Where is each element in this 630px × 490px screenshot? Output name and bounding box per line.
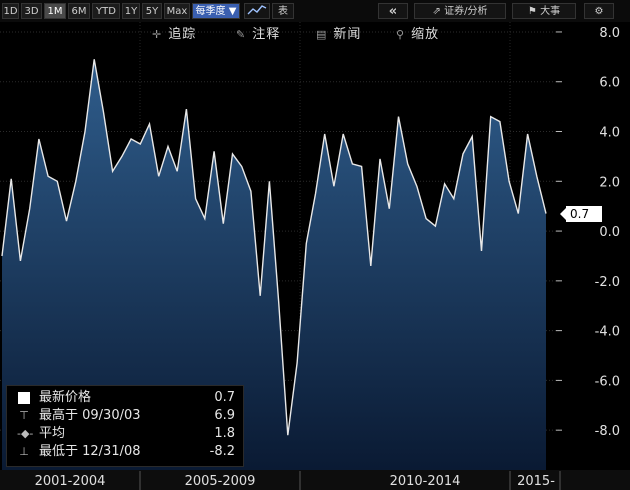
gear-icon[interactable]: ⚙ xyxy=(584,3,614,19)
legend-row-last: 最新价格 0.7 xyxy=(7,390,243,406)
frequency-dropdown[interactable]: 每季度 ▼ xyxy=(192,3,240,19)
top-toolbar: 1D 3D 1M 6M YTD 1Y 5Y Max 每季度 ▼ 表 « ⇗ 证券… xyxy=(0,0,630,22)
y-tick-label: -6.0 xyxy=(595,374,620,389)
double-chevron-left-icon[interactable]: « xyxy=(378,3,408,19)
flag-icon: ⚑ xyxy=(527,6,537,17)
y-tick-label: 0.0 xyxy=(599,225,620,240)
securities-analysis-button[interactable]: ⇗ 证券/分析 xyxy=(414,3,506,19)
y-tick-label: 4.0 xyxy=(599,126,620,141)
period-button-1d[interactable]: 1D xyxy=(2,3,19,19)
trend-icon: ⇗ xyxy=(432,6,441,17)
annotate-button[interactable]: ✎ 注释 xyxy=(236,23,280,42)
y-tick-label: -4.0 xyxy=(595,325,620,340)
period-button-3d[interactable]: 3D xyxy=(21,3,42,19)
high-marker-icon: ⊤ xyxy=(19,409,29,422)
period-button-1y[interactable]: 1Y xyxy=(122,3,140,19)
x-tick-label: 2005-2009 xyxy=(185,474,256,489)
y-tick-label: 8.0 xyxy=(599,26,620,41)
zoom-button[interactable]: ⚲ 缩放 xyxy=(396,23,439,42)
y-tick-label: 6.0 xyxy=(599,76,620,91)
events-button[interactable]: ⚑ 大事 xyxy=(512,3,576,19)
y-axis: 8.0 6.0 4.0 2.0 0.0 -2.0 -4.0 -6.0 -8.0 xyxy=(556,26,620,439)
y-tick-label: -8.0 xyxy=(595,424,620,439)
period-button-1m[interactable]: 1M xyxy=(44,3,66,19)
last-value-badge: 0.7 xyxy=(560,206,602,222)
x-tick-label: 2015- xyxy=(517,474,555,489)
table-button[interactable]: 表 xyxy=(272,3,294,19)
x-tick-label: 2010-2014 xyxy=(390,474,461,489)
line-chart-icon[interactable] xyxy=(244,3,270,19)
track-button[interactable]: ✛ 追踪 xyxy=(152,23,196,42)
news-button[interactable]: ▤ 新闻 xyxy=(316,23,361,42)
period-button-ytd[interactable]: YTD xyxy=(92,3,120,19)
x-tick-label: 2001-2004 xyxy=(35,474,106,489)
legend-panel: 最新价格 0.7 ⊤ 最高于 09/30/03 6.9 -◆- 平均 1.8 ⊥… xyxy=(6,385,244,467)
crosshair-icon: ✛ xyxy=(152,28,163,41)
average-marker-icon: -◆- xyxy=(17,427,34,440)
low-marker-icon: ⊥ xyxy=(19,445,29,458)
chevron-down-icon: ▼ xyxy=(228,6,237,17)
magnifier-icon: ⚲ xyxy=(396,28,406,41)
period-button-max[interactable]: Max xyxy=(164,3,190,19)
period-button-5y[interactable]: 5Y xyxy=(142,3,162,19)
chart-tools-bar: ✛ 追踪 ✎ 注释 ▤ 新闻 ⚲ 缩放 xyxy=(0,22,560,42)
y-tick-label: 2.0 xyxy=(599,175,620,190)
legend-row-average: -◆- 平均 1.8 xyxy=(17,426,235,441)
pencil-icon: ✎ xyxy=(236,28,247,41)
legend-row-high: ⊤ 最高于 09/30/03 6.9 xyxy=(7,408,243,424)
y-tick-label: -2.0 xyxy=(595,275,620,290)
newspaper-icon: ▤ xyxy=(316,28,328,41)
square-icon xyxy=(17,390,31,406)
legend-row-low: ⊥ 最低于 12/31/08 -8.2 xyxy=(7,444,243,460)
frequency-label: 每季度 xyxy=(195,6,226,17)
period-button-6m[interactable]: 6M xyxy=(68,3,90,19)
